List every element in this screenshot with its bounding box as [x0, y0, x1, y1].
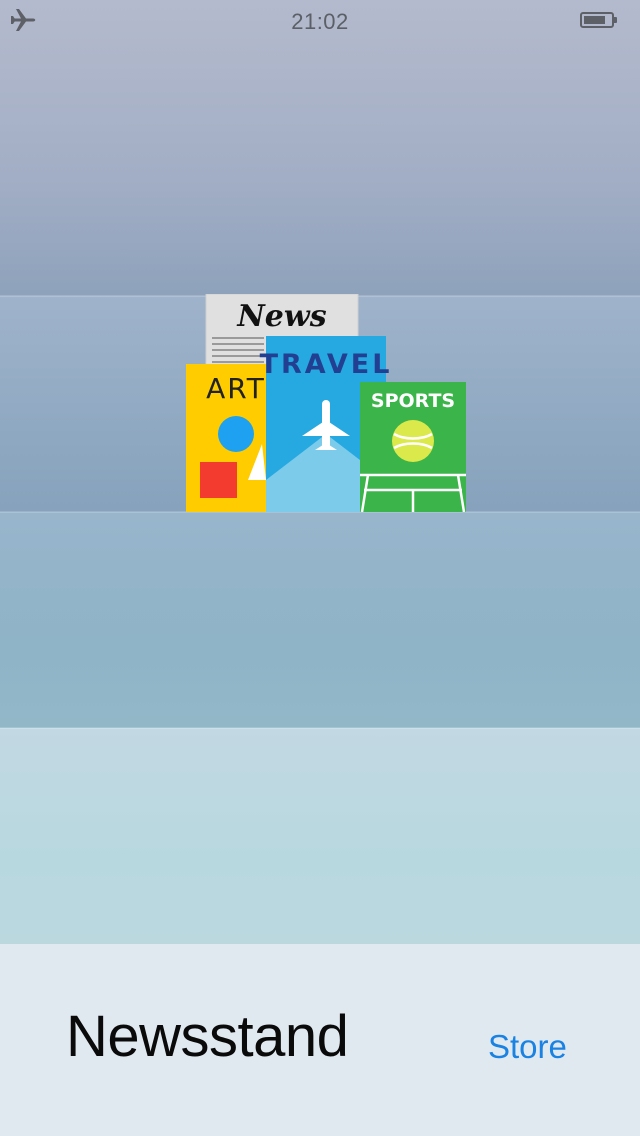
travel-label: TRAVEL — [260, 349, 393, 380]
newsstand-magazines-icon: News ART TRAVEL SPORTS — [186, 294, 466, 512]
status-bar: 21:02 — [0, 0, 640, 40]
art-label: ART — [206, 372, 266, 405]
store-button[interactable]: Store — [488, 1030, 567, 1063]
page-title: Newsstand — [66, 1004, 349, 1069]
status-time: 21:02 — [291, 9, 349, 34]
shelf-row-3 — [0, 512, 640, 728]
battery-tip — [614, 17, 617, 23]
battery-icon — [580, 12, 614, 28]
shelf-row-1 — [0, 0, 640, 296]
sports-label: SPORTS — [371, 390, 455, 412]
art-magazine-cover: ART — [186, 364, 276, 512]
shelf-divider — [0, 727, 640, 729]
newspaper-title: News — [236, 299, 326, 334]
sports-magazine-cover: SPORTS — [360, 382, 466, 512]
shelf-row-4 — [0, 728, 640, 944]
